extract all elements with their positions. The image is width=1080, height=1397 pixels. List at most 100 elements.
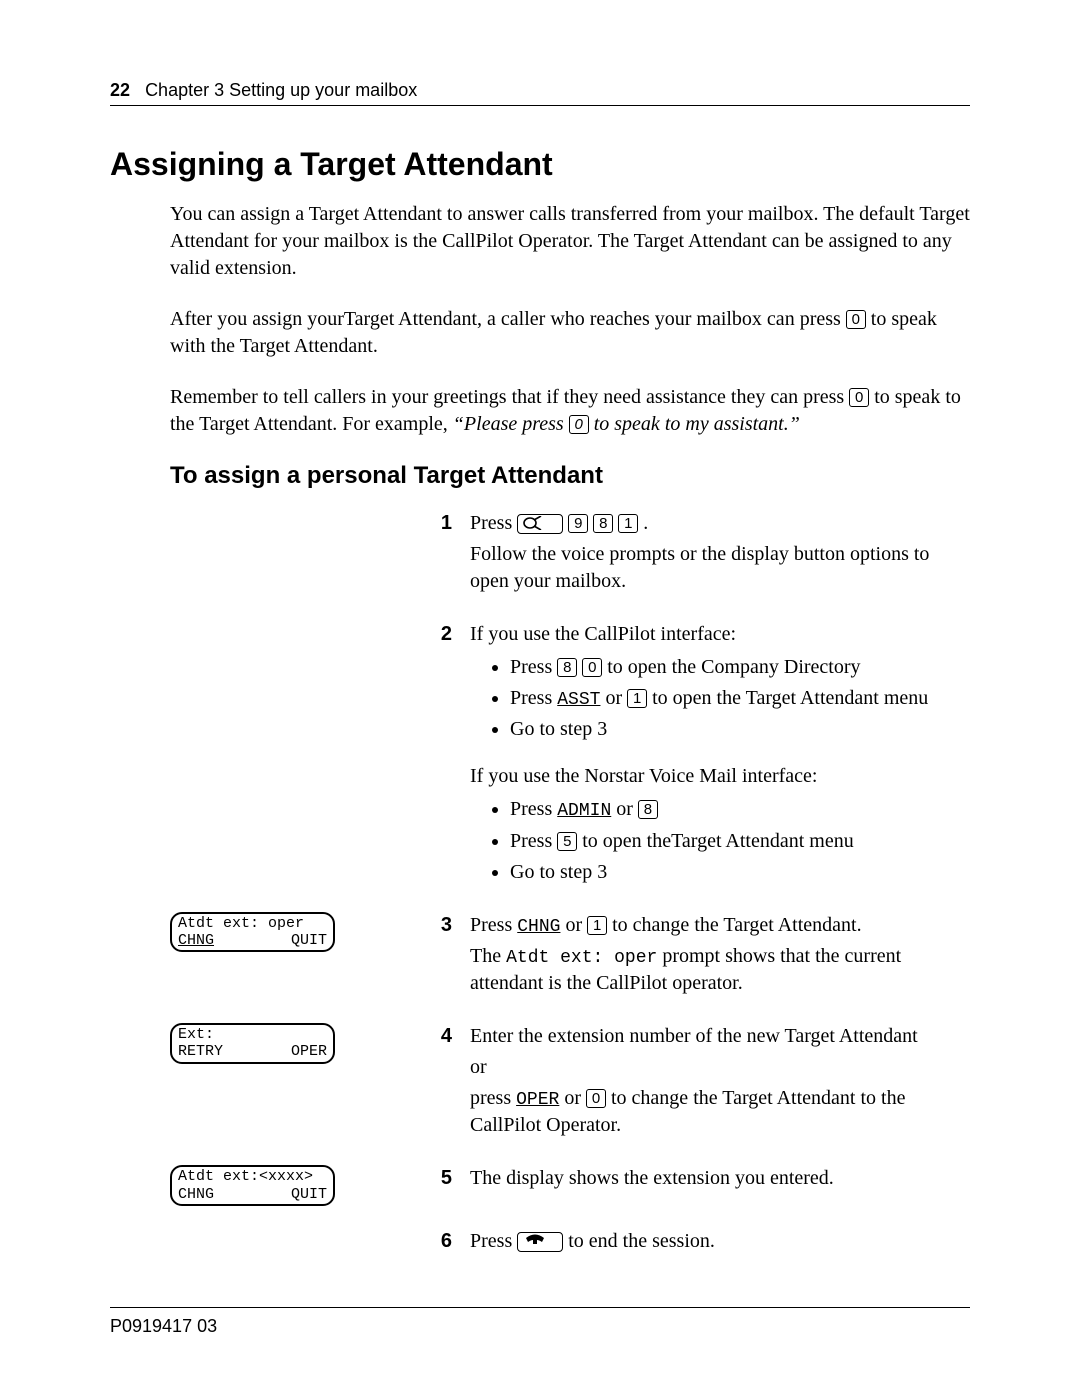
softkey-oper: OPER (516, 1090, 559, 1110)
step-1: 1 Press 9 8 1 . Follow the voice prompts… (110, 510, 970, 599)
step-number: 4 (360, 1023, 470, 1050)
footer: P0919417 03 (110, 1307, 970, 1337)
step-4: Ext: RETRY OPER 4 Enter the extension nu… (110, 1023, 970, 1143)
lcd-soft-right: QUIT (291, 1186, 327, 1203)
lcd-soft-right: QUIT (291, 932, 327, 949)
intro-p2: After you assign yourTarget Attendant, a… (170, 306, 970, 360)
s4-d: or (559, 1087, 586, 1109)
s2-d2a: Press (510, 830, 557, 852)
key-one: 1 (627, 689, 647, 708)
key-one: 1 (587, 916, 607, 935)
intro-p1: You can assign a Target Attendant to ans… (170, 201, 970, 282)
lcd-display-1: Atdt ext: oper CHNG QUIT (170, 912, 335, 953)
step-2: 2 If you use the CallPilot interface: Pr… (110, 621, 970, 890)
s4-c: press (470, 1087, 516, 1109)
s2-d1: Press ADMIN or 8 (510, 796, 970, 823)
s3-b: or (560, 914, 587, 936)
key-eight: 8 (593, 514, 613, 533)
s2-b2a: Press (510, 687, 557, 709)
key-one: 1 (618, 514, 638, 533)
step-number: 1 (360, 510, 470, 537)
s1-text-a: Press (470, 512, 517, 534)
key-nine: 9 (568, 514, 588, 533)
lcd-display-2: Ext: RETRY OPER (170, 1023, 335, 1064)
s2-b1b: to open the Company Directory (602, 656, 860, 678)
lcd-line1: Ext: (178, 1026, 327, 1043)
step-number: 6 (360, 1228, 470, 1255)
s1-text-b: . (643, 512, 648, 534)
step-6: 6 Press to end the session. (110, 1228, 970, 1259)
display-col: Ext: RETRY OPER (110, 1023, 360, 1064)
softkey-chng: CHNG (517, 917, 560, 937)
lcd-soft-right: OPER (291, 1043, 327, 1060)
s4-b: or (470, 1054, 970, 1081)
page: 22 Chapter 3 Setting up your mailbox Ass… (0, 0, 1080, 1397)
s2-b2b: or (600, 687, 627, 709)
intro-block: You can assign a Target Attendant to ans… (170, 201, 970, 438)
key-zero: 0 (582, 658, 602, 677)
page-number: 22 (110, 80, 130, 100)
header-bar: 22 Chapter 3 Setting up your mailbox (110, 80, 970, 106)
s2-d2: Press 5 to open theTarget Attendant menu (510, 828, 970, 855)
doc-id: P0919417 03 (110, 1316, 217, 1336)
s2-d3: Go to step 3 (510, 859, 970, 886)
intro-p3: Remember to tell callers in your greetin… (170, 384, 970, 438)
s3-d: The (470, 945, 506, 967)
procedure: 1 Press 9 8 1 . Follow the voice prompts… (110, 510, 970, 1259)
softkey-asst: ASST (557, 690, 600, 710)
step-number: 2 (360, 621, 470, 648)
key-eight: 8 (638, 800, 658, 819)
step-body: The display shows the extension you ente… (470, 1165, 970, 1196)
s5-a: The display shows the extension you ente… (470, 1165, 970, 1192)
key-zero: 0 (846, 310, 866, 329)
s6-a: Press (470, 1230, 517, 1252)
key-zero: 0 (586, 1089, 606, 1108)
s1-text-c: Follow the voice prompts or the display … (470, 541, 970, 595)
step-number: 5 (360, 1165, 470, 1192)
step-body: If you use the CallPilot interface: Pres… (470, 621, 970, 890)
chapter-label (135, 80, 145, 100)
s2-b2: Press ASST or 1 to open the Target Atten… (510, 685, 970, 712)
lcd-soft-left: CHNG (178, 932, 214, 949)
step-body: Press CHNG or 1 to change the Target Att… (470, 912, 970, 1002)
s2-d1b: or (611, 798, 638, 820)
lcd-line1: Atdt ext: oper (178, 915, 327, 932)
step-5: Atdt ext:<xxxx> CHNG QUIT 5 The display … (110, 1165, 970, 1206)
s2-b2c: to open the Target Attendant menu (647, 687, 928, 709)
s2-d1a: Press (510, 798, 557, 820)
step-number: 3 (360, 912, 470, 939)
s2-b3: Go to step 3 (510, 716, 970, 743)
s4-a: Enter the extension number of the new Ta… (470, 1023, 970, 1050)
step-3: Atdt ext: oper CHNG QUIT 3 Press CHNG or… (110, 912, 970, 1002)
display-col: Atdt ext: oper CHNG QUIT (110, 912, 360, 953)
key-zero: 0 (569, 415, 589, 434)
intro-p2a: After you assign yourTarget Attendant, a… (170, 308, 846, 330)
prompt-text: Atdt ext: oper (506, 948, 657, 968)
s3-c: to change the Target Attendant. (607, 914, 861, 936)
key-zero: 0 (849, 388, 869, 407)
intro-p3a: Remember to tell callers in your greetin… (170, 386, 849, 408)
key-eight: 8 (557, 658, 577, 677)
page-title: Assigning a Target Attendant (110, 146, 970, 183)
s2-d2b: to open theTarget Attendant menu (577, 830, 854, 852)
s2-b1: Press 8 0 to open the Company Directory (510, 654, 970, 681)
s2-a: If you use the CallPilot interface: (470, 621, 970, 648)
step-body: Press to end the session. (470, 1228, 970, 1259)
softkey-admin: ADMIN (557, 801, 611, 821)
intro-p3d: to speak to my assistant.” (589, 413, 800, 435)
lcd-soft-left: CHNG (178, 1186, 214, 1203)
s6-b: to end the session. (568, 1230, 715, 1252)
s2-c: If you use the Norstar Voice Mail interf… (470, 763, 970, 790)
section-subtitle: To assign a personal Target Attendant (170, 462, 970, 490)
intro-p3c: “Please press (453, 413, 569, 435)
lcd-display-3: Atdt ext:<xxxx> CHNG QUIT (170, 1165, 335, 1206)
release-key-icon (517, 1232, 563, 1252)
s3-a: Press (470, 914, 517, 936)
lcd-line1: Atdt ext:<xxxx> (178, 1168, 327, 1185)
chapter-title: Chapter 3 Setting up your mailbox (145, 80, 417, 100)
key-five: 5 (557, 832, 577, 851)
display-col: Atdt ext:<xxxx> CHNG QUIT (110, 1165, 360, 1206)
step-body: Press 9 8 1 . Follow the voice prompts o… (470, 510, 970, 599)
feature-key-icon (517, 514, 563, 534)
lcd-soft-left: RETRY (178, 1043, 223, 1060)
